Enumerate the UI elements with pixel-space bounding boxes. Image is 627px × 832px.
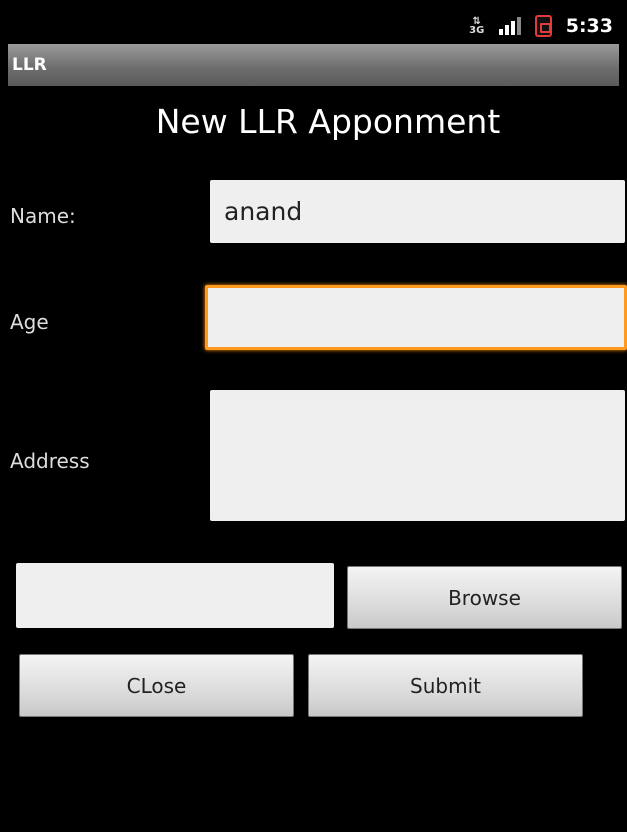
age-input[interactable] [205, 285, 627, 350]
page-title: New LLR Apponment [155, 102, 501, 141]
name-label: Name: [10, 204, 76, 228]
app-title: LLR [12, 55, 47, 75]
status-bar: ⇅ 3G 5:33 [8, 8, 619, 44]
name-input[interactable] [210, 180, 625, 243]
app-title-bar: LLR [8, 44, 619, 86]
status-time: 5:33 [565, 15, 613, 37]
submit-button[interactable]: Submit [308, 654, 583, 717]
battery-icon [534, 15, 552, 37]
age-label: Age [10, 310, 49, 334]
address-label: Address [10, 449, 90, 473]
file-path-input[interactable] [16, 563, 334, 628]
close-button[interactable]: CLose [19, 654, 294, 717]
signal-icon [498, 17, 521, 35]
address-input[interactable] [210, 390, 625, 521]
browse-button[interactable]: Browse [347, 566, 622, 629]
3g-icon: ⇅ 3G [469, 16, 485, 36]
